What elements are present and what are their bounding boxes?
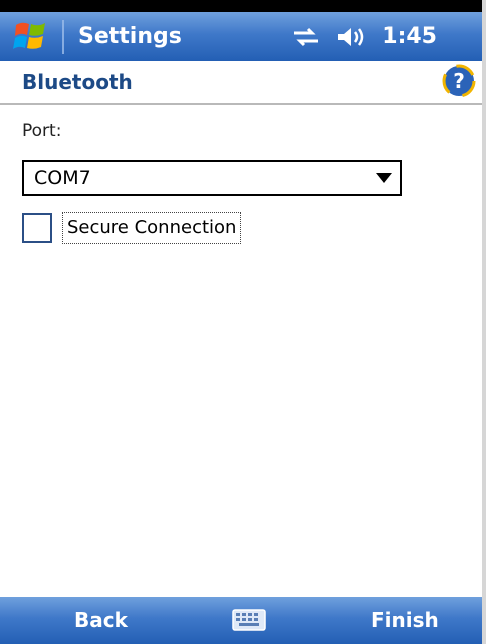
port-label: Port: — [22, 121, 62, 141]
start-button[interactable] — [8, 16, 56, 58]
clock[interactable]: 1:45 — [382, 24, 437, 49]
port-dropdown[interactable]: COM7 — [22, 160, 402, 196]
secure-connection-checkbox[interactable] — [22, 213, 52, 243]
connectivity-icon[interactable] — [292, 26, 320, 48]
status-area: 1:45 — [292, 12, 437, 61]
help-icon[interactable]: ? — [442, 64, 476, 98]
secure-connection-label[interactable]: Secure Connection — [62, 212, 242, 244]
title-bar: Settings 1:45 — [0, 12, 482, 61]
title-separator — [62, 20, 64, 54]
top-frame — [0, 0, 486, 12]
back-button[interactable]: Back — [74, 597, 128, 644]
windows-flag-icon — [13, 22, 45, 49]
finish-button[interactable]: Finish — [371, 597, 439, 644]
page-title: Bluetooth — [22, 70, 133, 94]
page-header: Bluetooth ? — [0, 61, 482, 105]
app-title: Settings — [78, 24, 182, 49]
device-edge — [482, 0, 486, 644]
dropdown-arrow-icon[interactable] — [376, 173, 392, 183]
port-dropdown-value: COM7 — [34, 167, 91, 189]
keyboard-icon[interactable] — [232, 609, 266, 631]
volume-icon[interactable] — [336, 25, 366, 49]
menu-bar: Back Finish — [0, 597, 482, 644]
svg-text:?: ? — [453, 69, 465, 93]
